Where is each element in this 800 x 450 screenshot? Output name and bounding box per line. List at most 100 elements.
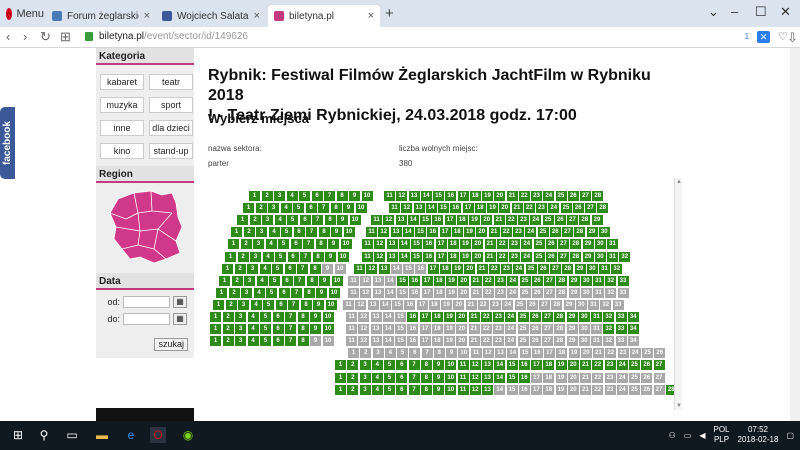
seat-row11-right-22[interactable]: 22 [480,312,492,322]
seat-row1-left-1[interactable]: 1 [249,191,260,201]
seat-row3-right-25[interactable]: 25 [542,215,554,226]
seat-row1-left-2[interactable]: 2 [261,191,273,201]
seat-row8-right-25[interactable]: 25 [519,275,531,286]
seat-row11-left-1[interactable]: 1 [210,312,221,322]
seat-row2-right-12[interactable]: 12 [401,203,413,214]
seat-row7-left-1[interactable]: 1 [222,263,233,274]
seat-row5-left-4[interactable]: 4 [265,239,277,250]
seat-row12-left-10[interactable]: 10 [322,324,334,335]
seat-row2-right-11[interactable]: 11 [389,203,400,214]
seat-row10-left-5[interactable]: 5 [263,299,274,310]
seat-row9-left-10[interactable]: 10 [328,287,340,298]
seat-row13-left-5[interactable]: 5 [260,336,271,347]
seat-row1-right-18[interactable]: 18 [469,191,481,201]
url-field[interactable]: biletyna.pl/event/sector/id/149626 [99,31,248,42]
seat-row6-left-3[interactable]: 3 [250,251,261,262]
seat-row5-left-3[interactable]: 3 [253,239,264,250]
seat-row10-left-6[interactable]: 6 [275,299,287,310]
seat-row2-right-22[interactable]: 22 [523,203,535,214]
close-tab-icon[interactable]: × [254,10,260,22]
seat-row1-right-16[interactable]: 16 [445,191,457,201]
seat-row17-right-13[interactable]: 13 [482,384,493,395]
seat-row7-left-3[interactable]: 3 [247,263,258,274]
seat-row7-left-6[interactable]: 6 [284,263,296,274]
seat-row7-right-19[interactable]: 19 [452,263,463,274]
seat-row17-right-12[interactable]: 12 [469,384,481,395]
seat-row4-right-27[interactable]: 27 [562,227,573,238]
seat-row2-right-15[interactable]: 15 [438,203,449,214]
seat-row8-left-4[interactable]: 4 [256,275,268,286]
seat-row6-right-24[interactable]: 24 [521,251,533,262]
seat-row12-right-34[interactable]: 34 [627,324,639,335]
seat-row8-right-16[interactable]: 16 [409,275,421,286]
close-tab-icon[interactable]: × [144,10,150,22]
seat-row13-left-4[interactable]: 4 [247,336,259,347]
seat-row6-right-30[interactable]: 30 [594,251,606,262]
seat-row16-right-6[interactable]: 6 [396,372,408,383]
tab-forum[interactable]: Forum żeglarskie • Niepr × [46,5,156,27]
seat-row1-left-9[interactable]: 9 [349,191,360,201]
seat-row2-left-8[interactable]: 8 [330,203,342,214]
seat-row10-left-4[interactable]: 4 [250,299,262,310]
seat-row4-left-2[interactable]: 2 [243,227,255,238]
seat-row3-right-15[interactable]: 15 [420,215,431,226]
seat-row12-left-6[interactable]: 6 [272,324,284,335]
seat-row15-right-22[interactable]: 22 [592,360,604,371]
seat-row15-right-9[interactable]: 9 [433,360,444,371]
windows-start-icon[interactable]: ⊞ [10,427,26,443]
seat-row4-left-9[interactable]: 9 [331,227,342,238]
seat-row2-right-28[interactable]: 28 [597,203,609,214]
seat-row5-right-29[interactable]: 29 [582,239,594,250]
seat-row2-right-24[interactable]: 24 [548,203,560,214]
seat-row5-left-7[interactable]: 7 [303,239,314,250]
seat-row7-right-23[interactable]: 23 [501,263,512,274]
file-explorer-icon[interactable]: ▬ [94,427,110,443]
seat-row6-right-25[interactable]: 25 [533,251,545,262]
seat-row4-right-22[interactable]: 22 [500,227,512,238]
seat-row5-right-31[interactable]: 31 [607,239,618,250]
seat-row17-right-8[interactable]: 8 [420,384,432,395]
chrome-browser-icon[interactable]: ◉ [180,427,196,443]
seat-row8-left-6[interactable]: 6 [281,275,293,286]
seat-row3-right-27[interactable]: 27 [567,215,578,226]
seat-row11-right-31[interactable]: 31 [591,312,602,322]
seat-row6-left-5[interactable]: 5 [275,251,286,262]
seat-row6-left-7[interactable]: 7 [300,251,311,262]
seat-row17-right-2[interactable]: 2 [347,384,359,395]
seat-row5-right-26[interactable]: 26 [545,239,557,250]
seat-row8-right-32[interactable]: 32 [605,275,617,286]
seat-row9-left-7[interactable]: 7 [291,287,302,298]
seat-row3-right-28[interactable]: 28 [579,215,591,226]
seat-row11-right-30[interactable]: 30 [578,312,590,322]
seat-row12-left-2[interactable]: 2 [222,324,234,335]
seat-row8-right-30[interactable]: 30 [580,275,592,286]
seat-row10-left-3[interactable]: 3 [238,299,249,310]
seat-row5-left-8[interactable]: 8 [315,239,327,250]
seat-row10-left-1[interactable]: 1 [213,299,224,310]
seat-row8-left-7[interactable]: 7 [294,275,305,286]
category-teatr-button[interactable]: teatr [149,74,193,90]
seat-row1-right-15[interactable]: 15 [433,191,444,201]
seat-row8-right-28[interactable]: 28 [556,275,568,286]
seat-row1-right-27[interactable]: 27 [580,191,591,201]
seat-row12-left-7[interactable]: 7 [285,324,296,335]
seat-row11-right-25[interactable]: 25 [517,312,529,322]
seat-row1-left-7[interactable]: 7 [324,191,335,201]
seat-row9-left-5[interactable]: 5 [266,287,277,298]
seat-row15-right-5[interactable]: 5 [384,360,395,371]
seat-row11-right-32[interactable]: 32 [603,312,615,322]
seat-row12-left-8[interactable]: 8 [297,324,309,335]
seat-row16-right-5[interactable]: 5 [384,372,395,383]
seat-row13-left-2[interactable]: 2 [222,336,234,347]
seat-row1-left-4[interactable]: 4 [286,191,298,201]
seat-row6-right-12[interactable]: 12 [374,251,386,262]
adblock-icon[interactable]: ✕ [757,30,771,43]
seat-row6-right-19[interactable]: 19 [460,251,471,262]
tab-menu-icon[interactable]: ⌄ [708,4,719,20]
seat-row15-right-14[interactable]: 14 [494,360,506,371]
seat-row8-left-8[interactable]: 8 [306,275,318,286]
seat-row3-right-13[interactable]: 13 [395,215,407,226]
seat-row16-right-9[interactable]: 9 [433,372,444,383]
seat-row6-right-27[interactable]: 27 [558,251,569,262]
seat-row8-left-10[interactable]: 10 [331,275,343,286]
